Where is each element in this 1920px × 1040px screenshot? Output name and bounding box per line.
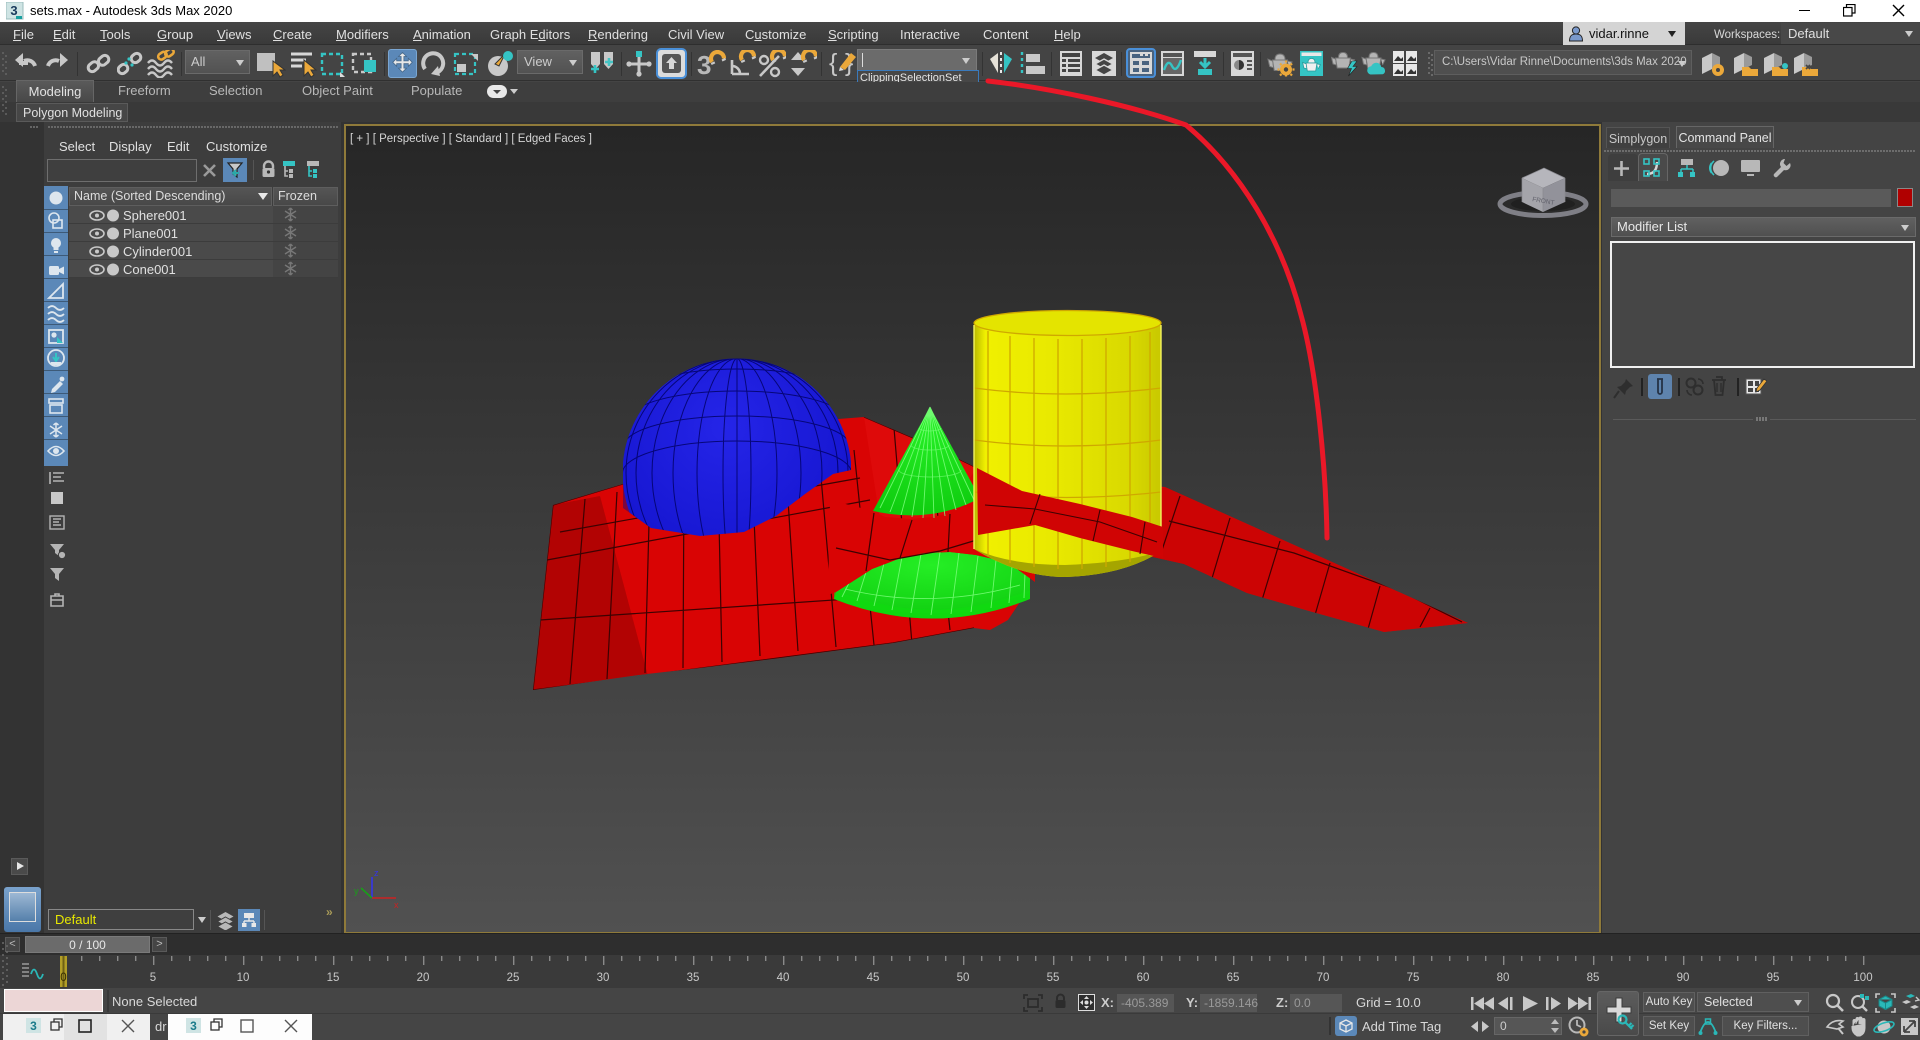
svg-text:100: 100	[1853, 972, 1872, 984]
svg-text:y: y	[354, 886, 359, 896]
svg-text:45: 45	[867, 972, 880, 984]
svg-text:3: 3	[697, 50, 711, 78]
svg-text:75: 75	[1407, 972, 1420, 984]
svg-text:60: 60	[1137, 972, 1150, 984]
svg-text:80: 80	[1497, 972, 1510, 984]
svg-text:30: 30	[597, 972, 610, 984]
svg-text:85: 85	[1587, 972, 1600, 984]
svg-text:10: 10	[237, 972, 250, 984]
svg-text:3: 3	[190, 1019, 197, 1033]
svg-text:[ + ] [ Perspective ] [ Standa: [ + ] [ Perspective ] [ Standard ] [ Edg…	[350, 133, 592, 145]
svg-text:25: 25	[507, 972, 520, 984]
svg-text:x: x	[394, 900, 399, 910]
svg-text:65: 65	[1227, 972, 1240, 984]
svg-text:z: z	[374, 868, 379, 878]
svg-text:40: 40	[777, 972, 790, 984]
svg-text:5: 5	[150, 972, 156, 984]
svg-text:95: 95	[1767, 972, 1780, 984]
svg-text:15: 15	[327, 972, 340, 984]
svg-text:70: 70	[1317, 972, 1330, 984]
svg-text:35: 35	[687, 972, 700, 984]
svg-text:90: 90	[1677, 972, 1690, 984]
svg-text:3: 3	[30, 1019, 37, 1033]
svg-text:20: 20	[417, 972, 430, 984]
svg-text:55: 55	[1047, 972, 1060, 984]
svg-text:3: 3	[10, 3, 17, 18]
svg-text:0: 0	[60, 972, 66, 984]
svg-text:50: 50	[957, 972, 970, 984]
